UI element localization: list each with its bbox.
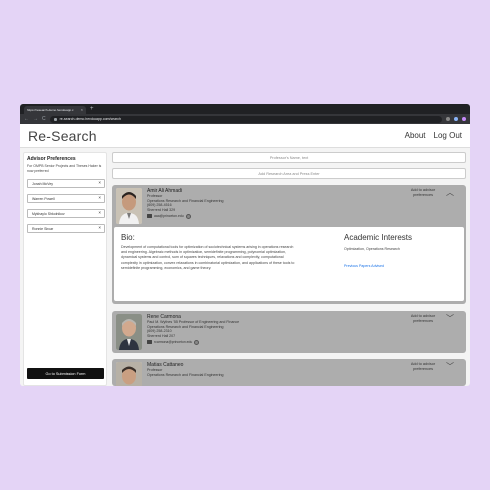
site-header: Re-Search About Log Out bbox=[20, 124, 470, 148]
professor-title: Paul M. Wythes '55 Professor of Engineer… bbox=[147, 320, 240, 324]
preference-item[interactable]: Mykhaylo Shkolnikov × bbox=[27, 209, 105, 219]
preference-item[interactable]: Warren Powell × bbox=[27, 194, 105, 204]
professor-card: Rene Carmona Paul M. Wythes '55 Professo… bbox=[112, 311, 466, 353]
professor-email[interactable]: aaa@princeton.edu bbox=[154, 214, 184, 218]
sidebar-note: For OMPB Senior Projects and Theses Hake… bbox=[27, 164, 102, 173]
professor-department: Operations Research and Financial Engine… bbox=[147, 372, 224, 377]
mail-icon[interactable] bbox=[147, 340, 152, 344]
professor-photo bbox=[116, 314, 142, 350]
academic-interests-text: Optimization, Operations Research bbox=[344, 247, 400, 251]
professor-info: Amir Ali Ahmadi Professor Operations Res… bbox=[147, 188, 224, 224]
professor-info: Rene Carmona Paul M. Wythes '55 Professo… bbox=[147, 314, 239, 350]
remove-icon[interactable]: × bbox=[98, 211, 101, 216]
preference-name: Jonah McVey bbox=[32, 181, 54, 186]
remove-icon[interactable]: × bbox=[98, 226, 101, 231]
contact-row: aaa@princeton.edu bbox=[147, 213, 224, 219]
professor-card: Matias Cattaneo Professor Operations Res… bbox=[112, 359, 466, 386]
professor-office: Sherrerd Hall 329 bbox=[147, 208, 176, 213]
chevron-down-icon[interactable]: ﹀ bbox=[446, 315, 454, 323]
professor-office: Sherrerd Hall 207 bbox=[147, 334, 176, 339]
card-header[interactable]: Amir Ali Ahmadi Professor Operations Res… bbox=[112, 185, 466, 227]
extension-icon[interactable] bbox=[454, 117, 458, 121]
about-link[interactable]: About bbox=[405, 131, 426, 140]
tab-title: https://research-demo.herokuapp.c bbox=[27, 108, 74, 112]
header-nav: About Log Out bbox=[405, 131, 462, 140]
previous-papers-link[interactable]: Previous Papers Advised bbox=[344, 264, 384, 268]
contact-row: rcarmona@princeton.edu bbox=[147, 339, 239, 345]
chevron-up-icon[interactable]: ︿ bbox=[446, 189, 454, 197]
remove-icon[interactable]: × bbox=[98, 181, 101, 186]
lock-icon bbox=[53, 117, 57, 121]
chevron-down-icon[interactable]: ﹀ bbox=[446, 363, 454, 371]
bio-heading: Bio: bbox=[121, 233, 135, 242]
main-panel: Professor's Name, text Add Research Area… bbox=[112, 152, 466, 386]
bio-panel: Bio: Development of computational tools … bbox=[114, 227, 464, 301]
academic-interests-heading: Academic Interests bbox=[344, 233, 413, 242]
preference-name: Warren Powell bbox=[32, 196, 55, 201]
preference-item[interactable]: Jonah McVey × bbox=[27, 179, 105, 189]
website-icon[interactable] bbox=[185, 213, 191, 219]
website-icon[interactable] bbox=[194, 339, 200, 345]
browser-tab[interactable]: https://research-demo.herokuapp.c × bbox=[24, 106, 86, 114]
browser-window: https://research-demo.herokuapp.c × + ← … bbox=[20, 104, 470, 386]
professor-card: Amir Ali Ahmadi Professor Operations Res… bbox=[112, 185, 466, 304]
forward-icon[interactable]: → bbox=[33, 116, 38, 122]
preference-list: Jonah McVey × Warren Powell × Mykhaylo S… bbox=[27, 179, 105, 234]
site-logo[interactable]: Re-Search bbox=[28, 128, 97, 144]
preference-item[interactable]: Ronnie Sircar × bbox=[27, 224, 105, 234]
logout-link[interactable]: Log Out bbox=[434, 131, 462, 140]
sidebar-title: Advisor Preferences bbox=[27, 156, 76, 162]
add-preference-button[interactable]: Add to advisor preferences bbox=[408, 362, 438, 372]
mail-icon[interactable] bbox=[147, 214, 152, 218]
tab-strip: https://research-demo.herokuapp.c × + bbox=[20, 104, 470, 114]
url-input[interactable]: re-search-demo.herokuapp.com/search bbox=[49, 115, 442, 123]
new-tab-icon[interactable]: + bbox=[90, 106, 94, 112]
add-preference-button[interactable]: Add to advisor preferences bbox=[408, 188, 438, 198]
extension-icon[interactable] bbox=[446, 117, 450, 121]
professor-photo bbox=[116, 188, 142, 224]
back-icon[interactable]: ← bbox=[24, 116, 29, 122]
professor-info: Matias Cattaneo Professor Operations Res… bbox=[147, 362, 224, 386]
professor-photo bbox=[116, 362, 142, 386]
address-bar: ← → C re-search-demo.herokuapp.com/searc… bbox=[20, 114, 470, 124]
preference-name: Mykhaylo Shkolnikov bbox=[32, 211, 65, 216]
professor-search-input[interactable]: Professor's Name, text bbox=[112, 152, 466, 163]
bio-text: Development of computational tools for o… bbox=[121, 245, 295, 270]
add-preference-button[interactable]: Add to advisor preferences bbox=[408, 314, 438, 324]
submission-form-button[interactable]: Go to Submission Form bbox=[27, 368, 104, 379]
preference-name: Ronnie Sircar bbox=[32, 226, 54, 231]
research-area-input[interactable]: Add Research Area and Press Enter bbox=[112, 168, 466, 179]
remove-icon[interactable]: × bbox=[98, 196, 101, 201]
professor-email[interactable]: rcarmona@princeton.edu bbox=[154, 340, 192, 344]
url-text: re-search-demo.herokuapp.com/search bbox=[59, 117, 121, 121]
card-header[interactable]: Rene Carmona Paul M. Wythes '55 Professo… bbox=[112, 311, 466, 353]
advisor-preferences-panel: Advisor Preferences For OMPB Senior Proj… bbox=[23, 152, 107, 386]
card-header[interactable]: Matias Cattaneo Professor Operations Res… bbox=[112, 359, 466, 386]
tab-close-icon[interactable]: × bbox=[81, 108, 83, 112]
reload-icon[interactable]: C bbox=[42, 116, 46, 122]
profile-icon[interactable] bbox=[462, 117, 466, 121]
page-content: Advisor Preferences For OMPB Senior Proj… bbox=[20, 148, 470, 386]
